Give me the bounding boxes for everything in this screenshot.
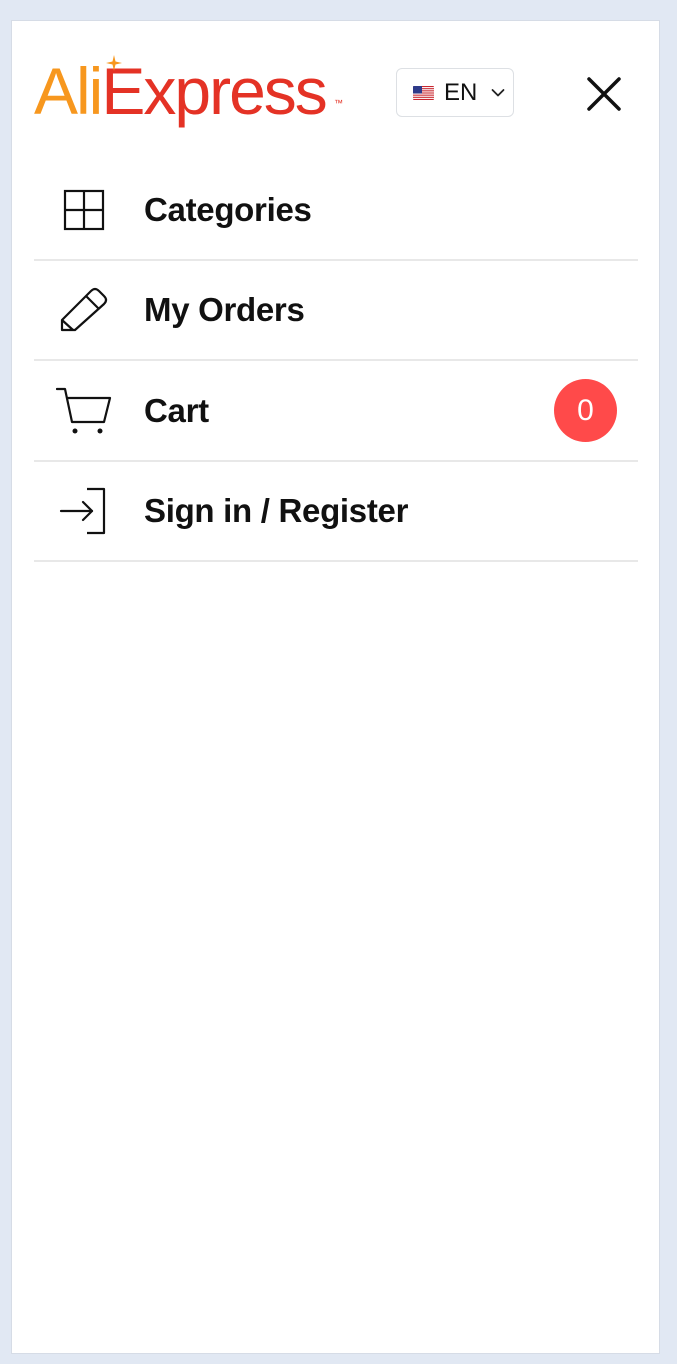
pencil-icon [56, 282, 112, 338]
chevron-down-icon [491, 88, 505, 96]
menu-item-label: Sign in / Register [144, 492, 409, 529]
cart-icon [56, 383, 112, 439]
menu-header: AliExpress ™ EN [12, 21, 659, 171]
logo-trademark: ™ [334, 98, 343, 108]
menu-item-label: Cart [144, 391, 209, 429]
logo-star-icon [106, 55, 122, 71]
grid-icon [56, 182, 112, 238]
side-menu-panel: AliExpress ™ EN Categories My Orders Car… [11, 20, 660, 1354]
menu-list: Categories My Orders Cart 0 Sign in / Re… [34, 161, 638, 562]
language-selector[interactable]: EN [396, 68, 514, 117]
cart-count-badge: 0 [554, 379, 617, 442]
menu-item-label: My Orders [144, 291, 305, 328]
logo-express-text: Express [101, 54, 327, 128]
language-code: EN [444, 78, 478, 106]
us-flag-icon [413, 85, 434, 100]
menu-item-label: Categories [144, 191, 312, 228]
menu-item-sign-in[interactable]: Sign in / Register [34, 462, 638, 562]
sign-in-icon [56, 483, 112, 539]
close-button[interactable] [584, 74, 624, 114]
menu-item-categories[interactable]: Categories [34, 161, 638, 261]
close-icon [587, 77, 621, 111]
menu-item-cart[interactable]: Cart 0 [34, 361, 638, 462]
logo-ali-text: Ali [34, 54, 103, 128]
menu-item-my-orders[interactable]: My Orders [34, 261, 638, 361]
aliexpress-logo[interactable]: AliExpress ™ [34, 53, 343, 133]
